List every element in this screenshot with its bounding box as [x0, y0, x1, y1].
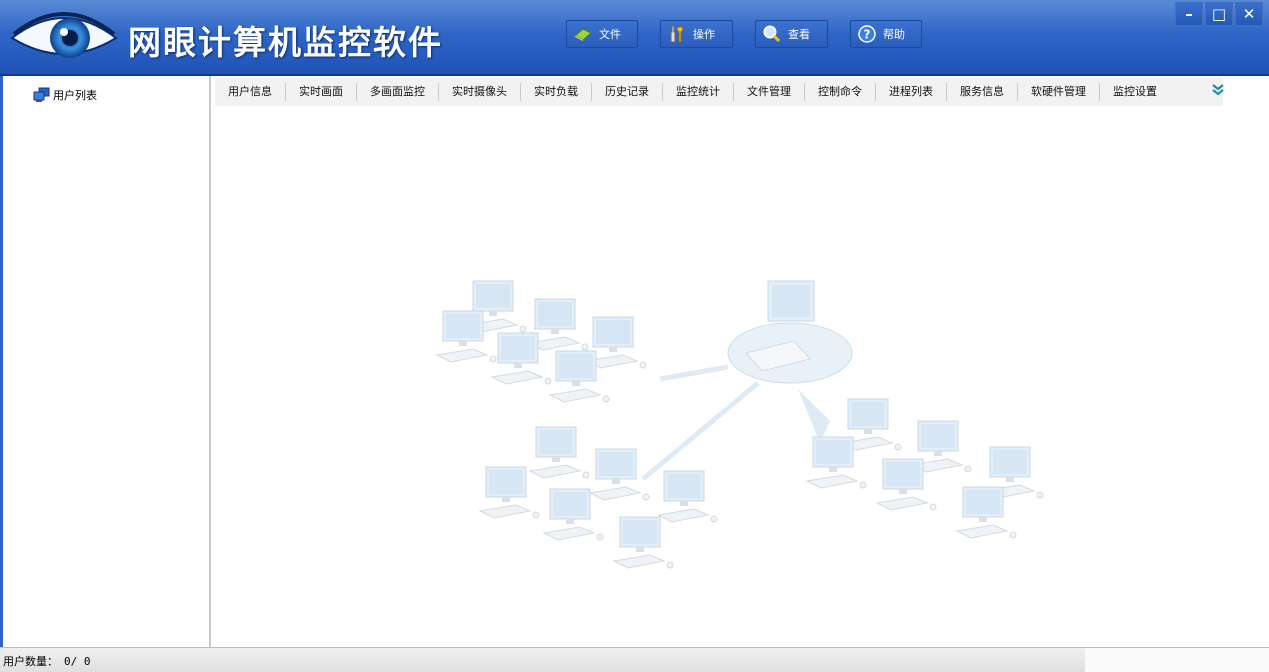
tab-realtime-camera[interactable]: 实时摄像头: [439, 83, 521, 101]
menu-view-label: 查看: [788, 28, 810, 41]
tab-user-info[interactable]: 用户信息: [215, 83, 286, 101]
function-tab-bar: 用户信息 实时画面 多画面监控 实时摄像头 实时负载 历史记录 监控统计 文件管…: [215, 78, 1223, 106]
eraser-icon: [573, 24, 593, 44]
user-count-label: 用户数量：: [3, 655, 58, 668]
tab-history[interactable]: 历史记录: [592, 83, 663, 101]
title-bar: 网眼计算机监控软件 文件 操作 查看 ? 帮助 – □ ✕: [0, 0, 1269, 76]
svg-text:?: ?: [864, 28, 871, 42]
tab-multi-screen[interactable]: 多画面监控: [357, 83, 439, 101]
double-chevron-down-icon[interactable]: [1210, 82, 1226, 98]
users-icon: [33, 87, 50, 102]
magnifier-icon: [762, 24, 782, 44]
eye-logo-icon: [10, 12, 118, 58]
status-bar-right-panel: [1085, 648, 1269, 672]
app-title: 网眼计算机监控软件: [128, 23, 443, 62]
tools-icon: [667, 24, 687, 44]
tree-item-user-list[interactable]: 用户列表: [33, 87, 97, 103]
menu-help-label: 帮助: [883, 28, 905, 41]
menu-file-label: 文件: [599, 28, 621, 41]
menu-operate-label: 操作: [693, 28, 715, 41]
status-bar: 用户数量： 0/ 0: [0, 647, 1269, 672]
network-illustration: [436, 280, 1044, 569]
user-count-value: 0/ 0: [64, 655, 91, 668]
tab-monitor-settings[interactable]: 监控设置: [1100, 83, 1170, 101]
tab-process-list[interactable]: 进程列表: [876, 83, 947, 101]
tree-item-label: 用户列表: [53, 89, 97, 102]
close-button[interactable]: ✕: [1235, 2, 1263, 26]
tab-monitor-stats[interactable]: 监控统计: [663, 83, 734, 101]
tab-service-info[interactable]: 服务信息: [947, 83, 1018, 101]
main-content: 用户信息 实时画面 多画面监控 实时摄像头 实时负载 历史记录 监控统计 文件管…: [213, 76, 1269, 647]
menu-operate-button[interactable]: 操作: [660, 20, 733, 48]
user-count-status: 用户数量： 0/ 0: [3, 653, 91, 669]
tab-hardware-software[interactable]: 软硬件管理: [1018, 83, 1100, 101]
tab-file-manager[interactable]: 文件管理: [734, 83, 805, 101]
tab-realtime-load[interactable]: 实时负载: [521, 83, 592, 101]
tab-realtime-screen[interactable]: 实时画面: [286, 83, 357, 101]
menu-view-button[interactable]: 查看: [755, 20, 828, 48]
user-list-panel: 用户列表: [0, 76, 211, 647]
help-icon: ?: [857, 24, 877, 44]
menu-help-button[interactable]: ? 帮助: [850, 20, 922, 48]
minimize-button[interactable]: –: [1175, 2, 1203, 26]
menu-file-button[interactable]: 文件: [566, 20, 638, 48]
maximize-button[interactable]: □: [1205, 2, 1233, 26]
tab-control-commands[interactable]: 控制命令: [805, 83, 876, 101]
